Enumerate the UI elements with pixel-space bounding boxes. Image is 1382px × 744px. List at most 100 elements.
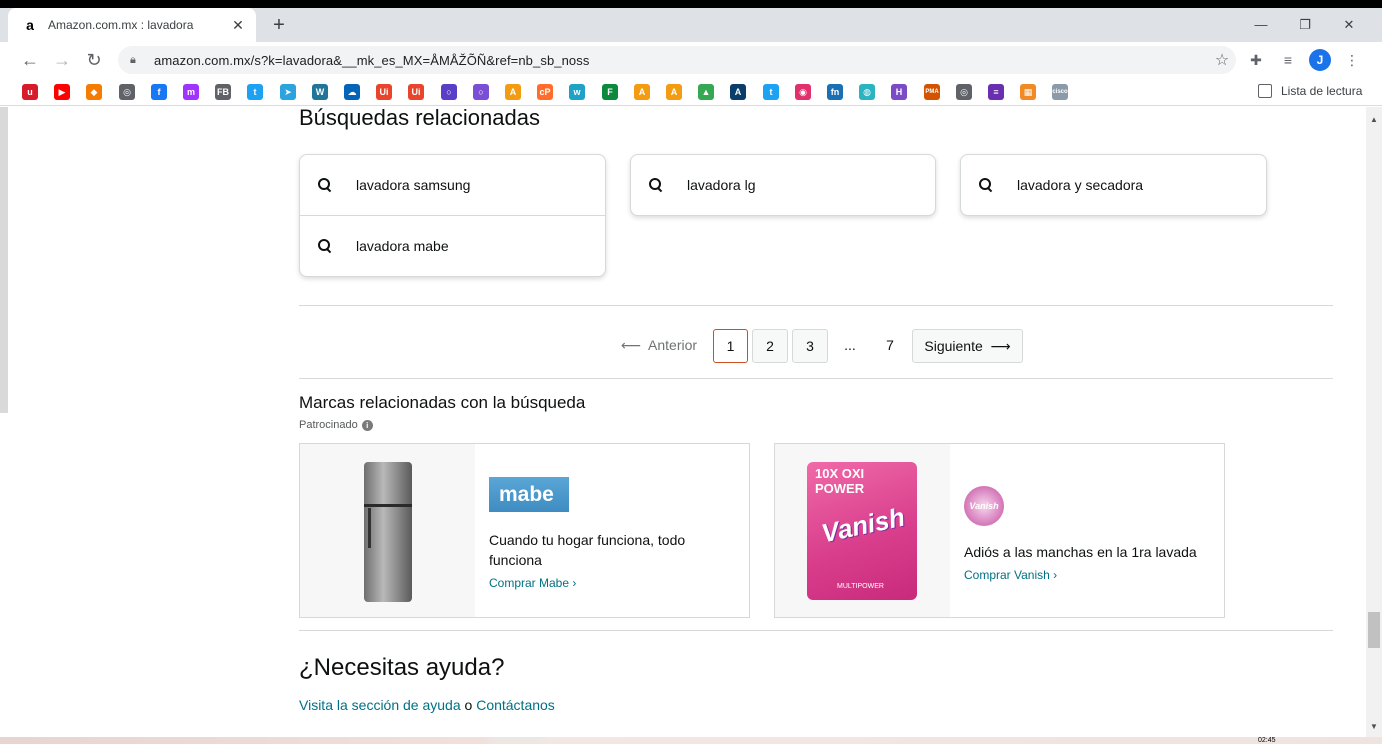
- bookmark-icon[interactable]: ○: [473, 84, 489, 100]
- scrollbar-thumb[interactable]: [1368, 612, 1380, 648]
- bookmark-icon[interactable]: ◉: [795, 84, 811, 100]
- tab-title: Amazon.com.mx : lavadora: [48, 18, 194, 32]
- refrigerator-image: [300, 444, 475, 617]
- sponsored-label: Patrocinado i: [299, 419, 373, 431]
- bookmark-star-icon[interactable]: ☆: [1208, 50, 1236, 70]
- bookmark-icon[interactable]: ◍: [859, 84, 875, 100]
- bookmark-icon[interactable]: ▲: [698, 84, 714, 100]
- restore-button[interactable]: ❐: [1282, 12, 1328, 38]
- shop-vanish-link[interactable]: Comprar Vanish ›: [964, 568, 1210, 582]
- close-window-button[interactable]: ✕: [1326, 12, 1372, 38]
- bookmarks-bar: u ▶ ◆ ◎ f m FB t ➤ W ☁ Ui Ui ○ ○ AcP w F A A ▲ At ◉ fn ◍ H PMA ◎ ≡ ▦ c…: [0, 78, 1382, 106]
- bookmark-icon[interactable]: ☁: [344, 84, 360, 100]
- pagination-page-1[interactable]: 1: [713, 329, 748, 363]
- vertical-scrollbar[interactable]: ▲ ▼: [1366, 107, 1382, 737]
- brand-card-vanish[interactable]: 10X OXI POWER Vanish MULTIPOWER Vanish A…: [774, 443, 1225, 618]
- address-bar[interactable]: 🔒︎ amazon.com.mx/s?k=lavadora&__mk_es_MX…: [118, 46, 1236, 74]
- media-playlist-icon[interactable]: ≡: [1278, 50, 1298, 70]
- minimize-button[interactable]: —: [1238, 12, 1284, 38]
- related-search-label: lavadora lg: [687, 177, 756, 193]
- brand-card-mabe[interactable]: mabe Cuando tu hogar funciona, todo func…: [299, 443, 750, 618]
- bookmark-icon[interactable]: PMA: [924, 84, 940, 100]
- close-tab-icon[interactable]: ✕: [230, 17, 246, 33]
- bookmark-icon[interactable]: ◎: [956, 84, 972, 100]
- back-button[interactable]: ←: [16, 46, 44, 74]
- related-search-item[interactable]: lavadora samsung: [300, 155, 605, 215]
- bookmark-icon[interactable]: H: [891, 84, 907, 100]
- related-search-group-1: lavadora samsung lavadora mabe: [299, 154, 606, 277]
- shop-mabe-link[interactable]: Comprar Mabe ›: [489, 576, 735, 590]
- help-title: ¿Necesitas ayuda?: [299, 654, 505, 681]
- reload-button[interactable]: ↻: [80, 46, 108, 74]
- help-connector: o: [460, 697, 477, 713]
- pagination-page-3[interactable]: 3: [792, 329, 828, 363]
- extensions-puzzle-icon[interactable]: ✚: [1246, 50, 1266, 70]
- related-search-group-3: lavadora y secadora: [960, 154, 1267, 216]
- bookmark-icon[interactable]: A: [634, 84, 650, 100]
- related-search-item[interactable]: lavadora lg: [631, 155, 935, 215]
- url-text: amazon.com.mx/s?k=lavadora&__mk_es_MX=ÅM…: [154, 52, 590, 68]
- bookmark-icon[interactable]: ▦: [1020, 84, 1036, 100]
- bookmark-icon[interactable]: A: [666, 84, 682, 100]
- vanish-pack-graphic: 10X OXI POWER Vanish MULTIPOWER: [807, 462, 917, 600]
- bookmark-icon[interactable]: t: [763, 84, 779, 100]
- os-taskbar-edge: 02:45: [0, 737, 1382, 744]
- pagination-ellipsis: ...: [844, 337, 856, 353]
- contact-link[interactable]: Contáctanos: [476, 697, 555, 713]
- bookmark-icon[interactable]: ◆: [86, 84, 102, 100]
- brand-tagline: Cuando tu hogar funciona, todo funciona: [489, 532, 686, 568]
- bookmark-icon[interactable]: FB: [215, 84, 231, 100]
- sponsored-text: Patrocinado: [299, 419, 358, 431]
- bookmark-icon[interactable]: cP: [537, 84, 553, 100]
- info-icon[interactable]: i: [361, 419, 373, 431]
- bookmark-icon[interactable]: u: [22, 84, 38, 100]
- related-brands-title: Marcas relacionadas con la búsqueda: [299, 393, 586, 412]
- related-search-group-2: lavadora lg: [630, 154, 936, 216]
- tab-amazon[interactable]: a Amazon.com.mx : lavadora ✕: [8, 8, 256, 42]
- bookmark-icon[interactable]: A: [730, 84, 746, 100]
- bookmark-icon[interactable]: fn: [827, 84, 843, 100]
- left-edge-bar: [0, 107, 8, 413]
- forward-button[interactable]: →: [48, 46, 76, 74]
- related-search-item[interactable]: lavadora mabe: [300, 215, 605, 275]
- bookmark-icon[interactable]: ▶: [54, 84, 70, 100]
- reading-list-icon: [1258, 84, 1272, 98]
- bookmark-icon[interactable]: t: [247, 84, 263, 100]
- pagination-page-2[interactable]: 2: [752, 329, 788, 363]
- vanish-pack-word: Vanish: [818, 501, 908, 549]
- bookmark-icon[interactable]: F: [602, 84, 618, 100]
- tab-strip: a Amazon.com.mx : lavadora ✕ + — ❐ ✕: [0, 8, 1382, 42]
- bookmark-icon[interactable]: ○: [441, 84, 457, 100]
- bookmark-icon[interactable]: ➤: [280, 84, 296, 100]
- brand-tagline: Adiós a las manchas en la 1ra lavada: [964, 544, 1197, 560]
- scroll-down-icon[interactable]: ▼: [1370, 722, 1378, 731]
- bookmark-icon[interactable]: A: [505, 84, 521, 100]
- search-icon: [979, 178, 993, 192]
- help-links: Visita la sección de ayuda o Contáctanos: [299, 697, 555, 713]
- bookmark-icon[interactable]: W: [312, 84, 328, 100]
- bookmark-icon[interactable]: ≡: [988, 84, 1004, 100]
- bookmark-icon[interactable]: m: [183, 84, 199, 100]
- related-search-item[interactable]: lavadora y secadora: [961, 155, 1266, 215]
- reading-list-button[interactable]: Lista de lectura: [1258, 84, 1362, 98]
- page-viewport: Búsquedas relacionadas lavadora samsung …: [0, 107, 1382, 737]
- pagination-previous[interactable]: ⟵ Anterior: [618, 329, 700, 363]
- bookmark-icon[interactable]: ◎: [119, 84, 135, 100]
- bookmark-icon[interactable]: Ui: [376, 84, 392, 100]
- profile-avatar[interactable]: J: [1309, 49, 1331, 71]
- bookmark-icon[interactable]: w: [569, 84, 585, 100]
- search-icon: [318, 178, 332, 192]
- menu-kebab-icon[interactable]: ⋮: [1342, 50, 1362, 70]
- mabe-logo: mabe: [489, 477, 569, 512]
- reading-list-label: Lista de lectura: [1281, 84, 1363, 98]
- pagination-last-page[interactable]: 7: [876, 329, 904, 363]
- bookmark-icon[interactable]: f: [151, 84, 167, 100]
- new-tab-button[interactable]: +: [266, 12, 292, 38]
- vanish-product-image: 10X OXI POWER Vanish MULTIPOWER: [775, 444, 950, 617]
- pagination-previous-label: Anterior: [648, 337, 698, 353]
- scroll-up-icon[interactable]: ▲: [1370, 115, 1378, 124]
- help-section-link[interactable]: Visita la sección de ayuda: [299, 697, 461, 713]
- bookmark-icon[interactable]: Ui: [408, 84, 424, 100]
- pagination-next[interactable]: Siguiente ⟶: [912, 329, 1023, 363]
- bookmark-icon[interactable]: cisco: [1052, 84, 1068, 100]
